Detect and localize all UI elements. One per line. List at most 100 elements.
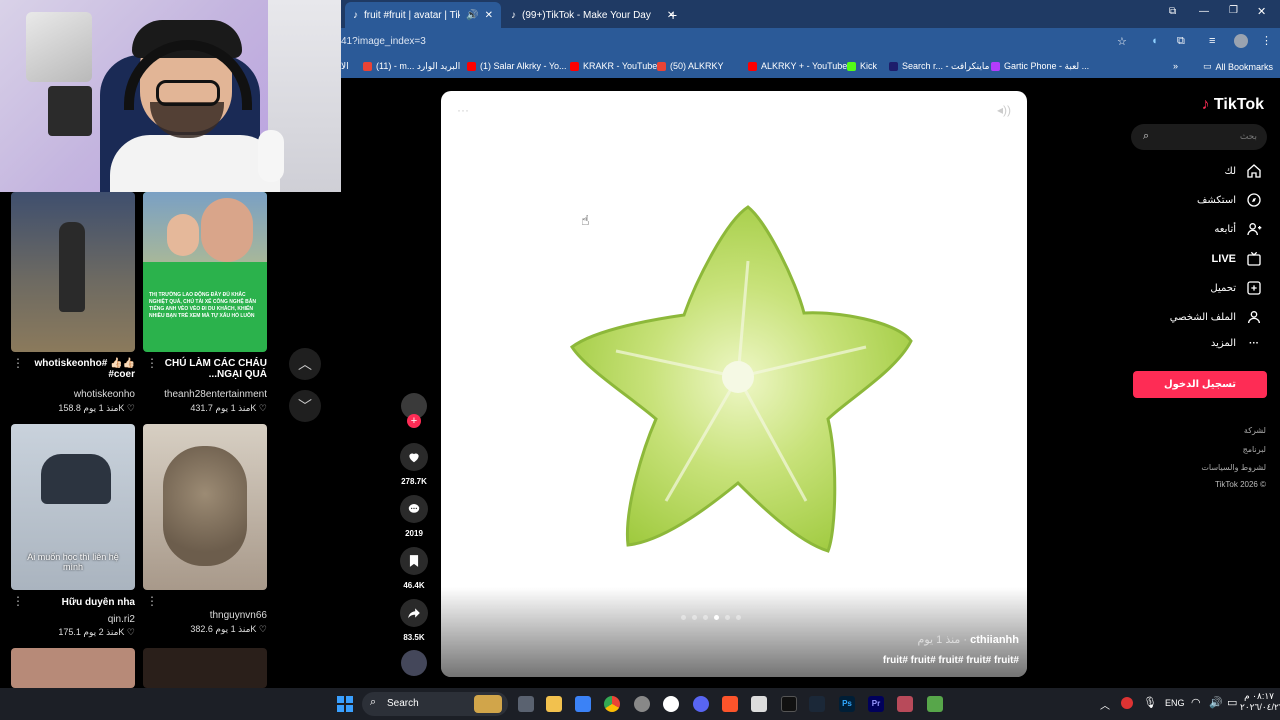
- extensions-icon[interactable]: ⧉: [1177, 35, 1185, 48]
- bookmark-item[interactable]: ALKRKY + - YouTube: [748, 61, 847, 71]
- nav-upload[interactable]: تحميل: [1210, 280, 1262, 296]
- bookmark-icon[interactable]: [400, 547, 428, 575]
- maximize-button[interactable]: ❐: [1229, 5, 1238, 16]
- page-dot[interactable]: [736, 615, 741, 620]
- page-dot[interactable]: [681, 615, 686, 620]
- video-thumbnail[interactable]: [143, 424, 267, 590]
- video-author[interactable]: theanh28entertainment: [143, 389, 267, 400]
- tray-chevron-icon[interactable]: ︿: [1100, 697, 1110, 712]
- brave-icon[interactable]: [722, 696, 738, 712]
- steam-icon[interactable]: [809, 696, 825, 712]
- nav-following[interactable]: أتابعه: [1214, 221, 1262, 237]
- tray-app-icon[interactable]: [1121, 697, 1133, 709]
- url-field[interactable]: 41?image_index=3: [341, 36, 426, 47]
- video-thumbnail[interactable]: [11, 648, 135, 688]
- footer-terms-link[interactable]: لشروط والسياسات: [1201, 463, 1266, 472]
- premiere-icon[interactable]: Pr: [868, 696, 884, 712]
- tiktok-logo[interactable]: ♪ TikTok: [1201, 96, 1264, 114]
- search-icon[interactable]: ⌕: [1143, 130, 1149, 143]
- more-bookmarks-button[interactable]: »: [1173, 61, 1178, 71]
- language-indicator[interactable]: ENG: [1165, 698, 1185, 708]
- windows-start-icon[interactable]: [337, 696, 353, 712]
- discord-icon[interactable]: [693, 696, 709, 712]
- previous-video-button[interactable]: ︿: [289, 348, 321, 380]
- page-dot-active[interactable]: [714, 615, 719, 620]
- heart-icon[interactable]: [400, 443, 428, 471]
- clock[interactable]: ٠٨:١٧ م ٢٠٢٦/٠٤/٢٧: [1240, 691, 1280, 713]
- video-author[interactable]: whotiskeonho: [11, 389, 135, 400]
- app-icon[interactable]: [634, 696, 650, 712]
- bookmark-item[interactable]: (11) - m... البريد الوارد: [363, 61, 460, 72]
- bookmark-item[interactable]: Gartic Phone - لعبة ...: [991, 61, 1089, 72]
- search-input[interactable]: بحث: [1240, 131, 1257, 142]
- all-bookmarks-button[interactable]: ▭ All Bookmarks: [1203, 61, 1273, 72]
- page-dot[interactable]: [703, 615, 708, 620]
- share-icon[interactable]: [400, 599, 428, 627]
- window-close-button[interactable]: ✕: [1257, 5, 1266, 18]
- post-image-viewer[interactable]: ··· ◂)) منذ 1 يوم · cthiianhh fruit# fru…: [441, 91, 1027, 677]
- chrome-icon[interactable]: [604, 696, 620, 712]
- nav-live[interactable]: LIVE: [1212, 251, 1262, 267]
- search-box[interactable]: ⌕ بحث: [1131, 124, 1267, 150]
- capcut-icon[interactable]: [781, 696, 797, 712]
- app-icon[interactable]: [897, 696, 913, 712]
- tab-search-icon[interactable]: ⧉: [1169, 6, 1176, 17]
- video-author[interactable]: qin.ri2: [11, 614, 135, 625]
- volume-icon[interactable]: 🔊: [1209, 696, 1223, 709]
- video-thumbnail[interactable]: THỊ TRƯỜNG LAO ĐỘNG ĐẦY ĐỦ KHẮC NGHIỆT Q…: [143, 192, 267, 352]
- footer-company-link[interactable]: لشركة: [1244, 426, 1266, 435]
- tab-tiktok-home[interactable]: ♪ (99+)TikTok - Make Your Day ✕: [503, 2, 675, 28]
- page-dot[interactable]: [692, 615, 697, 620]
- microphone-icon[interactable]: 🎙: [1143, 696, 1157, 709]
- save-action[interactable]: 46.4K: [399, 547, 429, 590]
- next-video-button[interactable]: ﹀: [289, 390, 321, 422]
- bookmark-star-icon[interactable]: ☆: [1117, 35, 1127, 48]
- bookmark-item[interactable]: Kick: [847, 61, 877, 71]
- app-icon[interactable]: [751, 696, 767, 712]
- store-icon[interactable]: [575, 696, 591, 712]
- comment-action[interactable]: 2019: [399, 495, 429, 538]
- video-author[interactable]: thnguynvn66: [143, 610, 267, 621]
- login-button[interactable]: تسجيل الدخول: [1133, 371, 1267, 398]
- file-explorer-icon[interactable]: [546, 696, 562, 712]
- post-author[interactable]: cthiianhh: [970, 634, 1019, 646]
- battery-icon[interactable]: ▭: [1227, 696, 1237, 709]
- avatar[interactable]: [1234, 34, 1248, 48]
- volume-icon[interactable]: ◂)): [997, 103, 1011, 117]
- media-icon[interactable]: ◖: [1151, 35, 1158, 47]
- like-action[interactable]: 278.7K: [399, 443, 429, 486]
- bookmark-item[interactable]: (1) Salar Alkrky - Yo...: [467, 61, 567, 71]
- obs-icon[interactable]: [663, 696, 679, 712]
- wifi-icon[interactable]: ◠: [1191, 696, 1201, 709]
- bookmark-item[interactable]: Search r... - ماينكرافت: [889, 61, 989, 72]
- page-dot[interactable]: [725, 615, 730, 620]
- taskbar-search[interactable]: ⌕ Search: [362, 692, 508, 716]
- share-action[interactable]: 83.5K: [399, 599, 429, 642]
- photoshop-icon[interactable]: Ps: [839, 696, 855, 712]
- nav-explore[interactable]: استكشف: [1197, 192, 1262, 208]
- new-tab-button[interactable]: +: [661, 2, 685, 28]
- follow-button[interactable]: +: [407, 414, 421, 428]
- footer-program-link[interactable]: لبرنامج: [1243, 445, 1266, 454]
- more-options-icon[interactable]: ···: [457, 103, 469, 117]
- nav-more[interactable]: المزيد ···: [1211, 338, 1262, 349]
- video-thumbnail[interactable]: [11, 192, 135, 352]
- music-disc-icon[interactable]: [401, 650, 427, 676]
- nav-profile[interactable]: الملف الشخصي: [1170, 309, 1262, 325]
- bookmark-item[interactable]: (50) ALKRKY: [657, 61, 724, 71]
- tab-tiktok-fruit[interactable]: ♪ fruit #fruit | avatar | TikTok# 🔊 ✕: [345, 2, 501, 28]
- reading-list-icon[interactable]: ≡: [1209, 35, 1215, 47]
- video-thumbnail[interactable]: Ai muốn học thì liên hệ mình: [11, 424, 135, 590]
- close-icon[interactable]: ✕: [485, 10, 493, 21]
- bookmark-item[interactable]: الا: [341, 61, 349, 72]
- task-view-icon[interactable]: [518, 696, 534, 712]
- minimize-button[interactable]: —: [1199, 6, 1209, 17]
- comment-icon[interactable]: [400, 495, 428, 523]
- bookmark-item[interactable]: KRAKR - YouTube: [570, 61, 657, 71]
- post-hashtags[interactable]: fruit# fruit# fruit# fruit# fruit#: [883, 655, 1019, 666]
- minecraft-icon[interactable]: [927, 696, 943, 712]
- more-options-icon[interactable]: ⋮: [146, 594, 158, 608]
- video-thumbnail[interactable]: [143, 648, 267, 688]
- menu-icon[interactable]: ⋮: [1261, 34, 1272, 47]
- nav-home[interactable]: لك: [1225, 163, 1262, 179]
